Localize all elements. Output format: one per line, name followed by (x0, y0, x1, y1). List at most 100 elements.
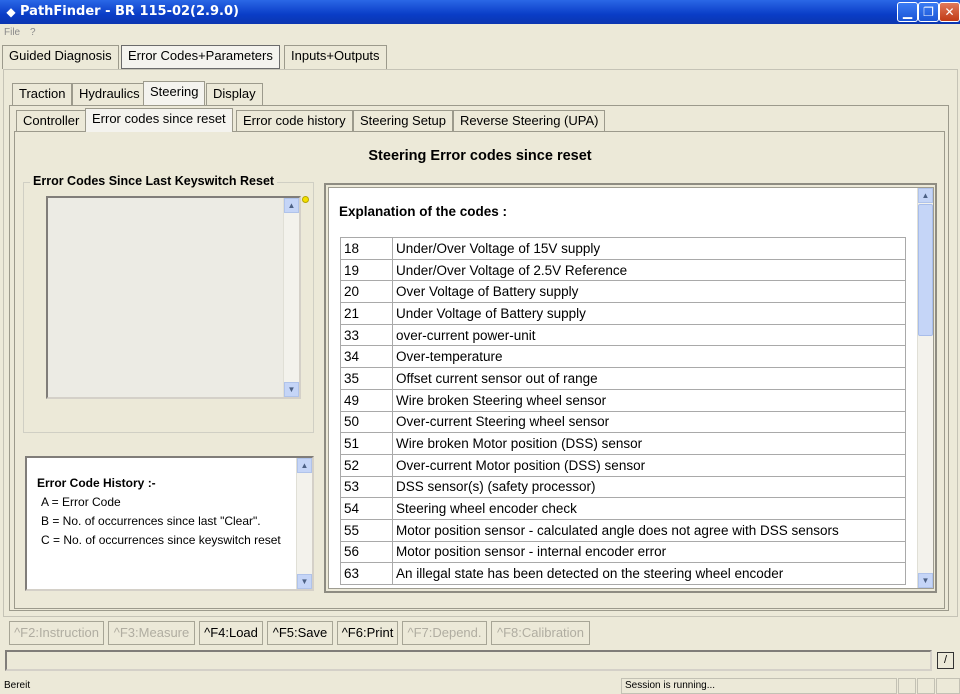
status-cell-2 (917, 678, 935, 694)
diamond-icon: ◆ (6, 5, 16, 19)
menu-bar: File ? (0, 24, 960, 42)
tab-guided-diagnosis[interactable]: Guided Diagnosis (2, 45, 119, 69)
minimize-button[interactable]: ▁ (897, 2, 918, 22)
keyswitch-group-title: Error Codes Since Last Keyswitch Reset (30, 174, 278, 188)
status-session: Session is running... (621, 678, 897, 694)
error-code-cell: 34 (340, 345, 393, 369)
chevron-down-icon[interactable]: ▼ (297, 574, 312, 589)
error-code-cell: 35 (340, 367, 393, 390)
table-row: 53 DSS sensor(s) (safety processor) (340, 475, 906, 499)
chevron-down-icon[interactable]: ▼ (284, 382, 299, 397)
error-description-cell: Offset current sensor out of range (392, 367, 906, 390)
error-description-cell: Motor position sensor - calculated angle… (392, 518, 906, 542)
f7-depend-button[interactable]: ^F7:Depend. (402, 621, 487, 645)
tab-display[interactable]: Display (206, 83, 263, 105)
menu-file[interactable]: File (4, 27, 20, 38)
tab-error-codes-since-reset[interactable]: Error codes since reset (85, 108, 233, 132)
error-code-cell: 53 (340, 475, 393, 499)
error-description-cell: Under/Over Voltage of 2.5V Reference (392, 258, 906, 282)
history-scrollbar[interactable]: ▲ ▼ (296, 458, 312, 589)
error-description-cell: over-current power-unit (392, 323, 906, 347)
status-ready: Bereit (4, 680, 31, 691)
error-code-cell: 20 (340, 280, 393, 304)
tab-error-codes-parameters[interactable]: Error Codes+Parameters (121, 45, 280, 69)
error-code-cell: 55 (340, 518, 393, 542)
table-row: 56 Motor position sensor - internal encod… (340, 540, 906, 564)
window-title: PathFinder - BR 115-02(2.9.0) (20, 4, 239, 19)
chevron-down-icon[interactable]: ▼ (918, 573, 933, 588)
error-description-cell: Under/Over Voltage of 15V supply (392, 237, 906, 260)
size-grip-icon (936, 678, 960, 694)
message-bar (5, 650, 932, 671)
f8-calibration-button[interactable]: ^F8:Calibration (491, 621, 590, 645)
tab-steering-setup[interactable]: Steering Setup (353, 110, 454, 132)
f2-instruction-button[interactable]: ^F2:Instruction (9, 621, 104, 645)
tab-hydraulics[interactable]: Hydraulics (72, 83, 147, 105)
explanation-scrollbar[interactable]: ▲ ▼ (917, 188, 933, 588)
status-indicator-icon (302, 196, 309, 203)
title-bar: ◆ PathFinder - BR 115-02(2.9.0) ▁ ❐ ✕ (0, 0, 960, 24)
tab-reverse-steering[interactable]: Reverse Steering (UPA) (453, 110, 606, 132)
table-row: 18 Under/Over Voltage of 15V supply (340, 237, 906, 260)
keyswitch-list-scrollbar[interactable]: ▲ ▼ (283, 198, 299, 397)
explanation-scroll-thumb[interactable] (918, 204, 933, 336)
close-button[interactable]: ✕ (939, 2, 960, 22)
explanation-heading: Explanation of the codes : (339, 204, 508, 219)
error-description-cell: Motor position sensor - internal encoder… (392, 540, 906, 564)
chevron-up-icon[interactable]: ▲ (297, 458, 312, 473)
table-row: 51 Wire broken Motor position (DSS) senso… (340, 432, 906, 455)
f5-save-button[interactable]: ^F5:Save (267, 621, 333, 645)
error-description-cell: Wire broken Steering wheel sensor (392, 388, 906, 412)
error-description-cell: DSS sensor(s) (safety processor) (392, 475, 906, 499)
slash-icon[interactable]: / (937, 652, 954, 669)
keyswitch-error-list[interactable]: ▲ ▼ (46, 196, 301, 399)
tab-error-code-history[interactable]: Error code history (236, 110, 353, 132)
error-description-cell: Over Voltage of Battery supply (392, 280, 906, 304)
error-description-cell: Wire broken Motor position (DSS) sensor (392, 432, 906, 455)
f3-measure-button[interactable]: ^F3:Measure (108, 621, 195, 645)
table-row: 34 Over-temperature (340, 345, 906, 369)
history-title: Error Code History :- (37, 476, 156, 490)
tab-controller[interactable]: Controller (16, 110, 87, 132)
error-description-cell: Steering wheel encoder check (392, 497, 906, 520)
error-codes-table: 18 Under/Over Voltage of 15V supply 19 Unde… (340, 237, 906, 585)
history-line-c: C = No. of occurrences since keyswitch r… (41, 533, 281, 547)
error-description-cell: Under Voltage of Battery supply (392, 302, 906, 325)
tab-inputs-outputs[interactable]: Inputs+Outputs (284, 45, 387, 69)
chevron-up-icon[interactable]: ▲ (918, 188, 933, 203)
table-row: 55 Motor position sensor - calculated ang… (340, 518, 906, 542)
f4-load-button[interactable]: ^F4:Load (199, 621, 263, 645)
table-row: 50 Over-current Steering wheel sensor (340, 410, 906, 434)
table-row: 54 Steering wheel encoder check (340, 497, 906, 520)
error-description-cell: Over-temperature (392, 345, 906, 369)
error-code-cell: 18 (340, 237, 393, 260)
error-code-cell: 56 (340, 540, 393, 564)
table-row: 52 Over-current Motor position (DSS) sens… (340, 453, 906, 477)
menu-help[interactable]: ? (30, 27, 36, 38)
tab-steering[interactable]: Steering (143, 81, 206, 105)
table-row: 35 Offset current sensor out of range (340, 367, 906, 390)
error-code-cell: 19 (340, 258, 393, 282)
table-row: 63 An illegal state has been detected on … (340, 562, 906, 585)
error-code-cell: 21 (340, 302, 393, 325)
history-line-b: B = No. of occurrences since last "Clear… (41, 514, 261, 528)
f6-print-button[interactable]: ^F6:Print (337, 621, 398, 645)
status-cell-1 (898, 678, 916, 694)
error-code-cell: 33 (340, 323, 393, 347)
table-row: 33 over-current power-unit (340, 323, 906, 347)
error-code-cell: 49 (340, 388, 393, 412)
error-description-cell: Over-current Steering wheel sensor (392, 410, 906, 434)
error-code-cell: 52 (340, 453, 393, 477)
error-description-cell: Over-current Motor position (DSS) sensor (392, 453, 906, 477)
table-row: 20 Over Voltage of Battery supply (340, 280, 906, 304)
error-code-cell: 63 (340, 562, 393, 585)
table-row: 19 Under/Over Voltage of 2.5V Reference (340, 258, 906, 282)
history-line-a: A = Error Code (41, 495, 121, 509)
error-code-cell: 51 (340, 432, 393, 455)
maximize-button[interactable]: ❐ (918, 2, 939, 22)
error-description-cell: An illegal state has been detected on th… (392, 562, 906, 585)
error-code-cell: 50 (340, 410, 393, 434)
chevron-up-icon[interactable]: ▲ (284, 198, 299, 213)
table-row: 21 Under Voltage of Battery supply (340, 302, 906, 325)
tab-traction[interactable]: Traction (12, 83, 73, 105)
